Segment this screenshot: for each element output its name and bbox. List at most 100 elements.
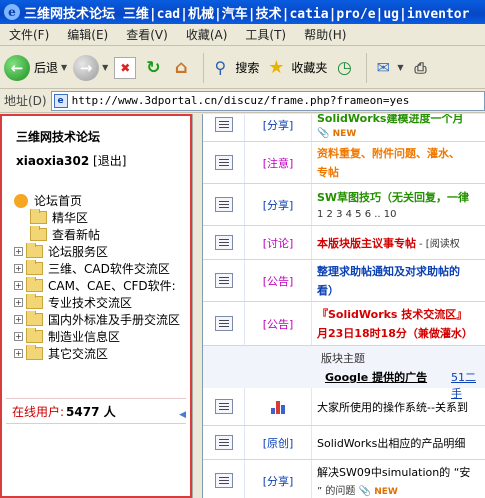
page-folder-icon: [30, 226, 47, 241]
home-button[interactable]: ⌂: [170, 57, 192, 79]
expand-icon[interactable]: +: [14, 315, 23, 324]
menu-file[interactable]: 文件(F): [0, 26, 58, 43]
thread-category[interactable]: [原创]: [245, 426, 312, 459]
frame-splitter[interactable]: [192, 114, 202, 498]
menu-help[interactable]: 帮助(H): [295, 26, 355, 43]
thread-category[interactable]: [注意]: [245, 142, 312, 183]
favorites-label: 收藏夹: [291, 61, 328, 75]
thread-doc-icon: [214, 316, 233, 331]
tree-item-manufacturing[interactable]: + 制造业信息区: [14, 328, 192, 345]
table-row[interactable]: [公告] 『SolidWorks 技术交流区』 月23日18时18分（兼做灌水）: [203, 302, 485, 346]
search-button[interactable]: ⚲ 搜索: [209, 57, 259, 79]
thread-icon-cell: [203, 302, 245, 345]
back-arrow-icon: ←: [4, 54, 30, 81]
thread-title[interactable]: 『SolidWorks 技术交流区』: [317, 306, 485, 322]
refresh-button[interactable]: ↻: [142, 57, 164, 79]
print-button[interactable]: ⎙: [410, 57, 432, 79]
toolbar: ← 后退 ▼ → ▼ ✖ ↻ ⌂ ⚲ 搜索 ★ 收藏夹 ◷ ✉ ▼ ⎙: [0, 47, 485, 89]
table-row[interactable]: [原创] SolidWorks出相应的产品明细: [203, 426, 485, 460]
thread-title[interactable]: 解决SW09中simulation的 “安: [317, 464, 485, 480]
thread-category[interactable]: [分享]: [245, 460, 312, 498]
thread-title-cont[interactable]: 看）: [317, 282, 485, 298]
forward-dropdown-icon[interactable]: ▼: [102, 63, 108, 72]
folder-icon: [26, 243, 43, 258]
thread-title[interactable]: SW草图技巧（无关回复，一律: [317, 189, 485, 205]
back-button[interactable]: ← 后退 ▼: [4, 54, 67, 81]
thread-title[interactable]: 资料重复、附件问题、灌水、: [317, 145, 485, 161]
thread-doc-icon: [214, 273, 233, 288]
expand-icon[interactable]: +: [14, 332, 23, 341]
address-input[interactable]: e http://www.3dportal.cn/discuz/frame.ph…: [50, 90, 485, 111]
thread-category[interactable]: [分享]: [245, 114, 312, 141]
thread-title[interactable]: 整理求助帖通知及对求助帖的: [317, 263, 485, 279]
page-folder-icon: [30, 209, 47, 224]
tree-item-label: 论坛服务区: [48, 245, 109, 259]
thread-title[interactable]: 大家所使用的操作系统--关系到: [317, 399, 485, 415]
toolbar-divider: [203, 52, 205, 83]
table-row[interactable]: [注意] 资料重复、附件问题、灌水、 专帖: [203, 142, 485, 184]
logout-link[interactable]: [退出]: [93, 154, 126, 168]
expand-icon[interactable]: +: [14, 264, 23, 273]
new-badge: NEW: [332, 129, 357, 139]
expand-icon[interactable]: +: [14, 247, 23, 256]
thread-category[interactable]: [分享]: [245, 184, 312, 225]
tree-item-3d-cad[interactable]: + 三维、CAD软件交流区: [14, 260, 192, 277]
tree-item-new-posts[interactable]: 查看新帖: [14, 226, 192, 243]
thread-title[interactable]: SolidWorks出相应的产品明细: [317, 435, 485, 451]
table-row[interactable]: [分享] SolidWorks建模进度一个月 📎 NEW: [203, 114, 485, 142]
window-title-bar[interactable]: e 三维网技术论坛 三维|cad|机械|汽车|技术|catia|pro/e|ug…: [0, 0, 485, 24]
expand-icon[interactable]: +: [14, 298, 23, 307]
table-row[interactable]: 大家所使用的操作系统--关系到: [203, 388, 485, 426]
thread-title-cont[interactable]: 月23日18时18分（兼做灌水）: [317, 325, 485, 341]
thread-title[interactable]: 本版块版主议事专帖: [317, 235, 416, 251]
tree-item-service[interactable]: + 论坛服务区: [14, 243, 192, 260]
thread-category[interactable]: [公告]: [245, 302, 312, 345]
stop-icon: ✖: [114, 56, 137, 79]
poll-chart-icon: [270, 400, 286, 414]
user-info: xiaoxia302 [退出]: [16, 152, 126, 169]
thread-pages[interactable]: 1 2 3 4 5 6 .. 10: [317, 209, 485, 220]
tree-item-home[interactable]: 论坛首页: [14, 192, 192, 209]
username[interactable]: xiaoxia302: [16, 154, 89, 168]
tree-item-label: 精华区: [52, 211, 89, 225]
toolbar-divider-2: [366, 52, 368, 83]
thread-title-tail[interactable]: ” 的问题: [317, 486, 355, 497]
menu-favorites[interactable]: 收藏(A): [177, 26, 237, 43]
collapse-arrow-icon[interactable]: ◀: [179, 410, 186, 420]
table-row[interactable]: [分享] 解决SW09中simulation的 “安 ” 的问题 📎 NEW: [203, 460, 485, 498]
tree-item-other[interactable]: + 其它交流区: [14, 345, 192, 362]
favorites-button[interactable]: ★ 收藏夹: [265, 57, 327, 79]
menu-edit[interactable]: 编辑(E): [58, 26, 117, 43]
forward-button[interactable]: → ▼: [73, 54, 108, 81]
tree-item-standards[interactable]: + 国内外标准及手册交流区: [14, 311, 192, 328]
expand-icon[interactable]: +: [14, 281, 23, 290]
folder-icon: [26, 260, 43, 275]
address-label: 地址(D): [4, 94, 47, 108]
tree-item-label: 查看新帖: [52, 228, 101, 242]
back-dropdown-icon[interactable]: ▼: [61, 63, 67, 72]
table-row[interactable]: [分享] SW草图技巧（无关回复，一律 1 2 3 4 5 6 .. 10: [203, 184, 485, 226]
folder-icon: [26, 277, 43, 292]
history-button[interactable]: ◷: [333, 57, 355, 79]
tree-item-tech[interactable]: + 专业技术交流区: [14, 294, 192, 311]
thread-title[interactable]: SolidWorks建模进度一个月: [317, 114, 485, 126]
thread-icon-cell: [203, 226, 245, 259]
tree-item-cam-cae[interactable]: + CAM、CAE、CFD软件:: [14, 277, 192, 294]
table-row[interactable]: [公告] 整理求助帖通知及对求助帖的 看）: [203, 260, 485, 302]
mail-button[interactable]: ✉ ▼: [372, 57, 404, 79]
thread-category[interactable]: [公告]: [245, 260, 312, 301]
thread-category[interactable]: [245, 388, 312, 425]
tree-item-digest[interactable]: 精华区: [14, 209, 192, 226]
mail-dropdown-icon[interactable]: ▼: [397, 63, 403, 72]
table-row[interactable]: [讨论] 本版块版主议事专帖 - [阅读权: [203, 226, 485, 260]
ad-label[interactable]: Google 提供的广告: [325, 369, 427, 385]
expand-icon[interactable]: +: [14, 349, 23, 358]
menu-tools[interactable]: 工具(T): [236, 26, 295, 43]
thread-category[interactable]: [讨论]: [245, 226, 312, 259]
search-icon: ⚲: [214, 58, 227, 77]
left-navigation-frame: 三维网技术论坛 xiaoxia302 [退出] 论坛首页 精华区 查看新帖 + …: [0, 114, 192, 498]
stop-button[interactable]: ✖: [114, 56, 137, 79]
menu-view[interactable]: 查看(V): [117, 26, 177, 43]
thread-title-cont[interactable]: 专帖: [317, 164, 485, 180]
page-icon: e: [53, 93, 68, 108]
